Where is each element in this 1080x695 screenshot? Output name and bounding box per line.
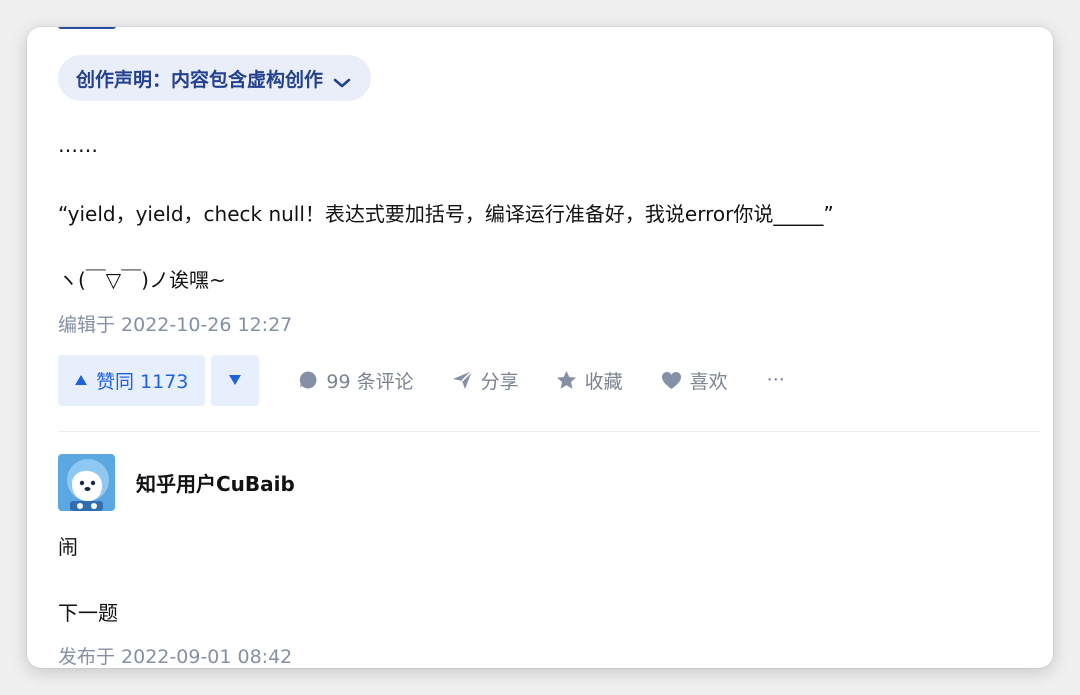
answer-text-line: 下一题 [58,601,118,625]
top-button-remnant[interactable] [58,27,116,29]
triangle-up-icon [74,369,88,391]
share-label: 分享 [480,370,519,393]
edited-timestamp[interactable]: 编辑于 2022-10-26 12:27 [58,310,292,337]
avatar-icon[interactable] [58,454,115,511]
comment-icon [298,370,318,390]
comment-button[interactable]: 99 条评论 [298,367,414,394]
username[interactable]: 知乎用户CuBaib [136,468,295,497]
upvote-button[interactable]: 赞同 1173 [58,354,206,406]
creation-statement-button[interactable]: 创作声明：内容包含虚构创作 [58,55,372,101]
comment-label: 99 条评论 [326,370,414,393]
divider [58,431,1040,432]
answer-card: 创作声明：内容包含虚构创作 …… “yield，yield，check null… [27,27,1053,668]
chevron-down-icon [333,72,351,88]
upvote-label: 赞同 1173 [96,370,189,393]
share-icon [452,370,473,390]
more-button[interactable]: ··· [767,369,785,391]
answer-text-line: …… [58,133,98,157]
more-label: ··· [766,369,785,391]
answer-text-line: ヽ(￣▽￣)ノ诶嘿~ [58,268,226,292]
answer-text-line: 闹 [58,535,78,559]
star-icon [556,370,577,390]
favorite-label: 收藏 [584,370,623,393]
like-label: 喜欢 [689,370,728,393]
like-button[interactable]: 喜欢 [661,367,728,394]
downvote-button[interactable] [211,354,260,406]
action-bar: 赞同 1173 99 条评论 分享 收藏 喜欢 ··· [58,354,785,406]
answer-text-line: “yield，yield，check null！表达式要加括号，编译运行准备好，… [58,202,834,226]
published-timestamp[interactable]: 发布于 2022-09-01 08:42 [58,642,292,668]
triangle-down-icon [228,371,242,390]
share-button[interactable]: 分享 [452,367,519,394]
favorite-button[interactable]: 收藏 [556,367,623,394]
heart-icon [661,371,682,390]
creation-statement-label: 创作声明：内容包含虚构创作 [76,68,324,91]
